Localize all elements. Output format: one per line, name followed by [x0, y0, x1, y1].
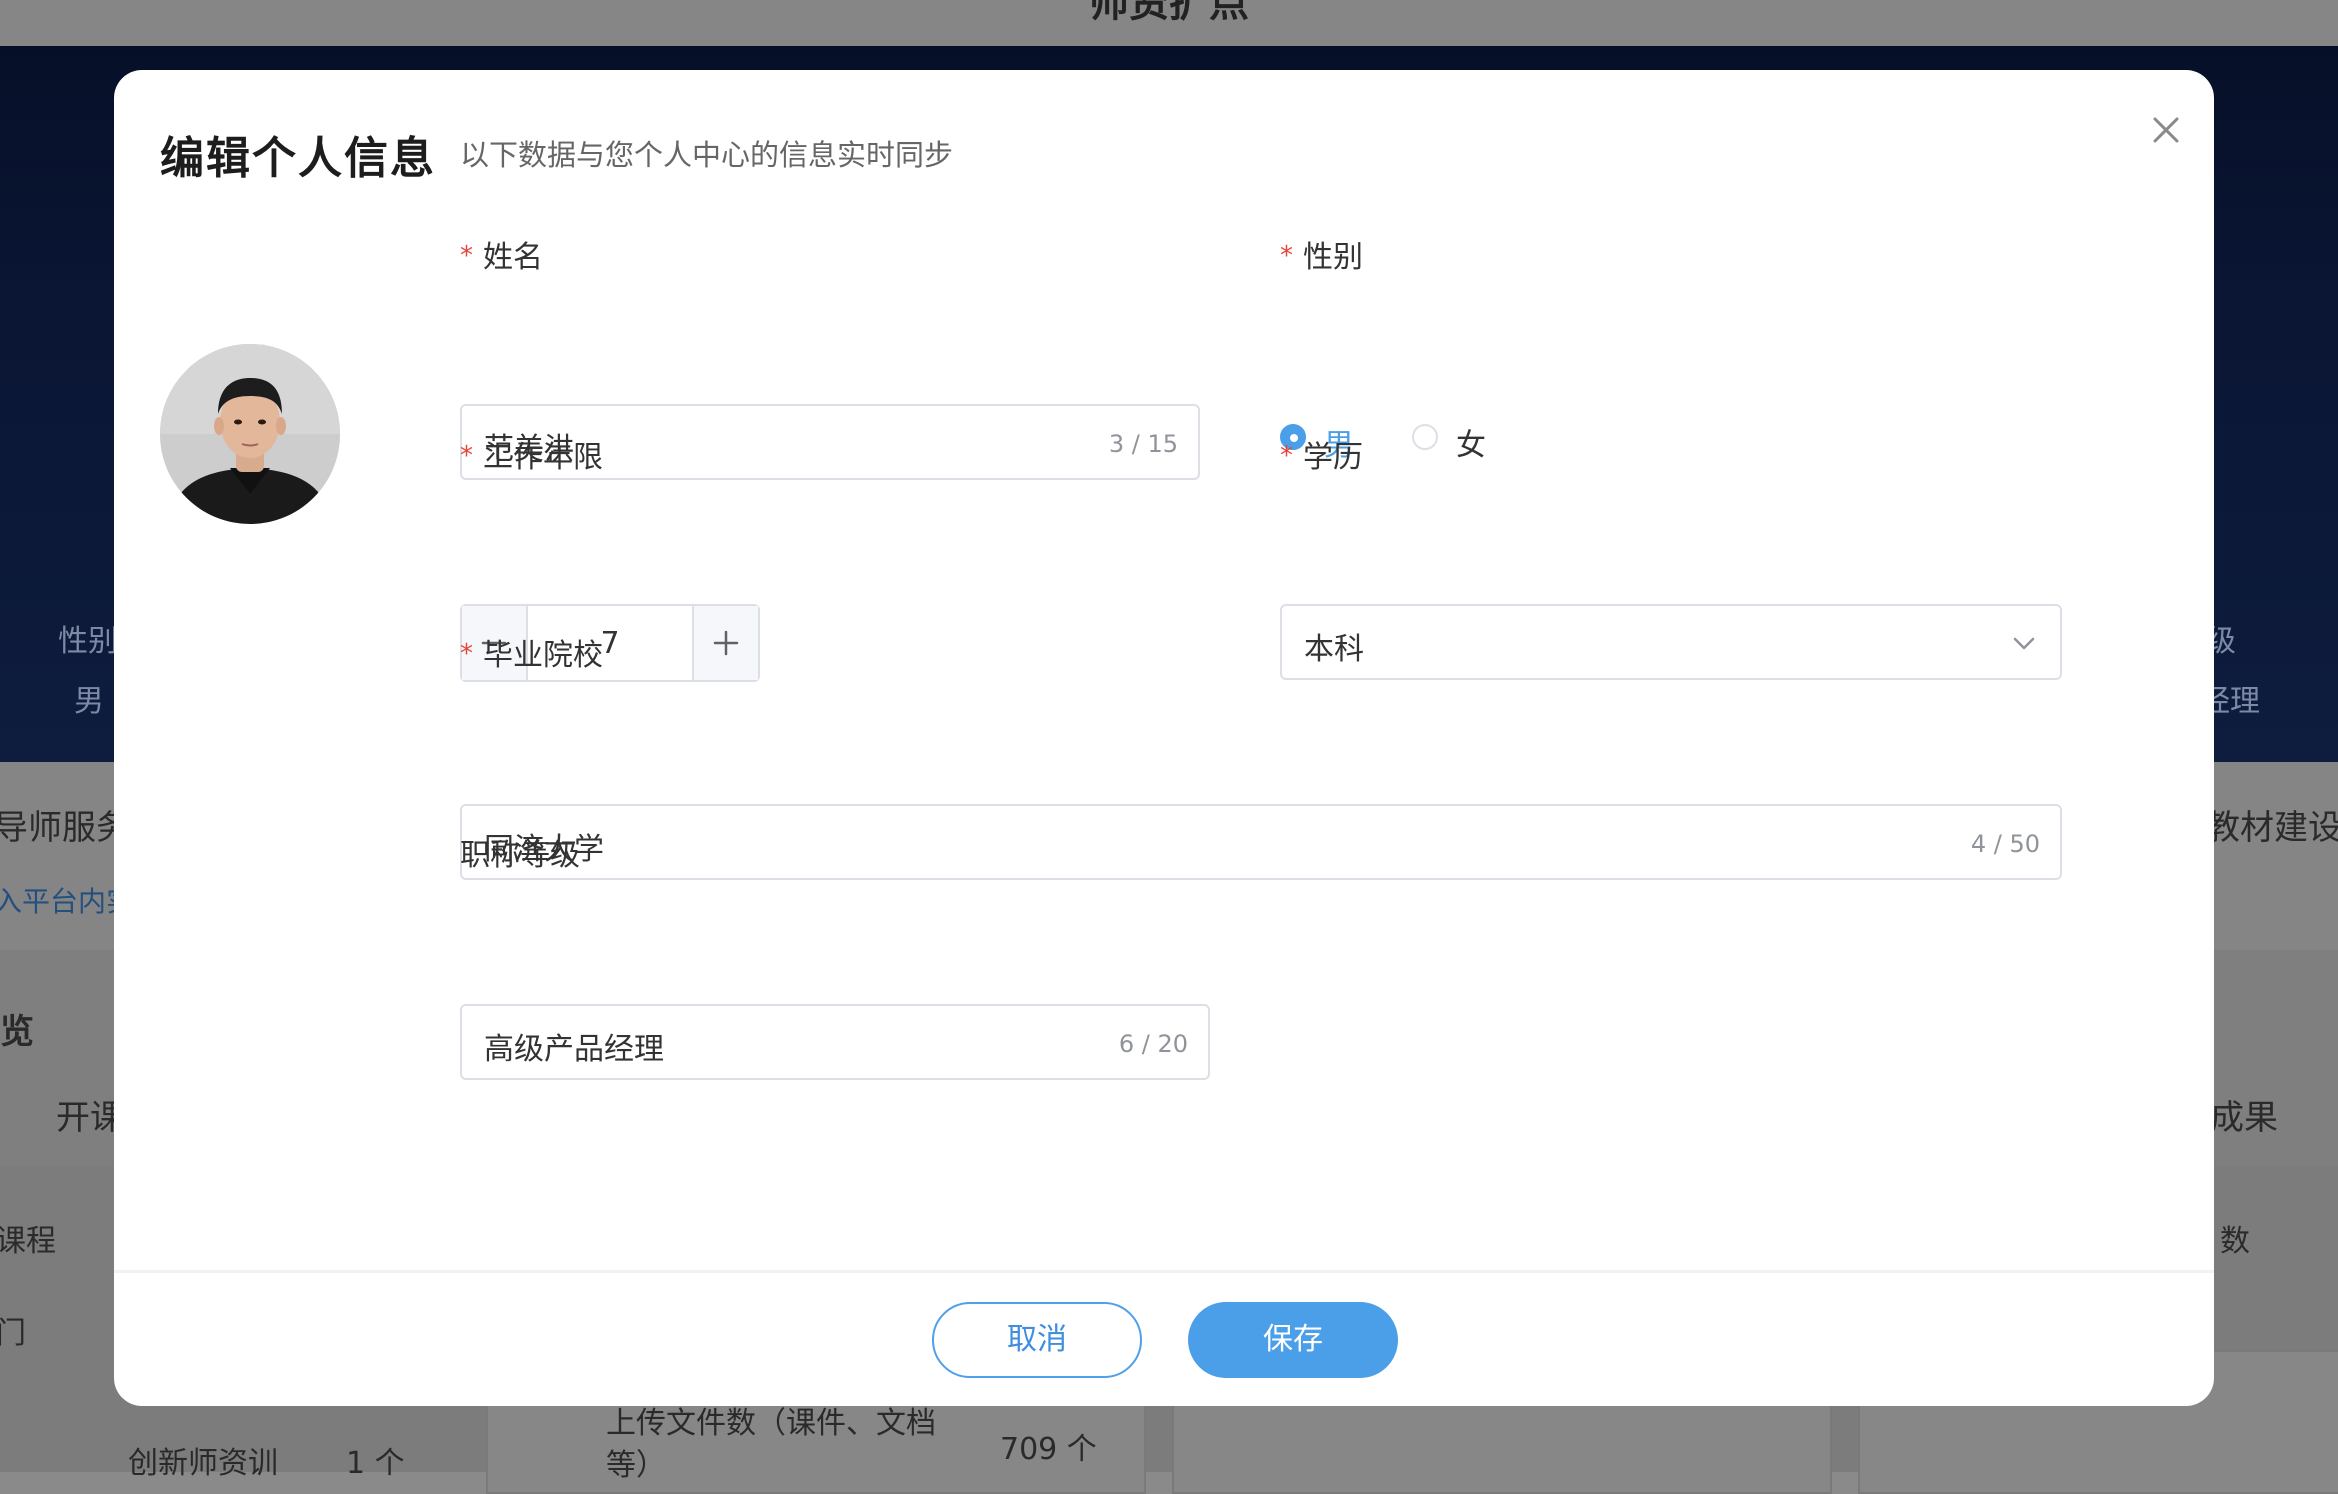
background-header-title: 师资扩点	[1089, 0, 1249, 26]
background-overview-title: 览	[0, 1012, 34, 1052]
required-mark: *	[460, 241, 473, 271]
cancel-button[interactable]: 取消	[932, 1302, 1142, 1378]
education-value: 本科	[1304, 632, 1364, 667]
background-stat-value: 男	[74, 684, 104, 719]
dialog-subtitle: 以下数据与您个人中心的信息实时同步	[460, 138, 954, 172]
background-row-door: 门	[0, 1316, 26, 1351]
education-select[interactable]: 本科	[1280, 604, 2062, 680]
education-label: * 学历	[1280, 440, 1363, 475]
school-label: * 毕业院校	[460, 638, 603, 673]
gender-label: * 性别	[1280, 240, 1363, 275]
title-level-value: 高级产品经理	[484, 1032, 664, 1067]
required-mark: *	[460, 639, 473, 669]
title-level-field[interactable]: 高级产品经理 6 / 20	[460, 1004, 1210, 1080]
name-counter: 3 / 15	[1108, 430, 1178, 458]
dialog-title: 编辑个人信息	[160, 133, 436, 184]
background-card-mid-value: 709 个	[1000, 1432, 1097, 1467]
name-label: * 姓名	[460, 240, 543, 275]
footer-divider	[114, 1270, 2214, 1273]
background-section-title-right: 教材建设	[2206, 808, 2338, 848]
background-card-left-label: 创新师资训	[128, 1446, 278, 1481]
background-header: 师资扩点	[0, 0, 2338, 46]
school-counter: 4 / 50	[1970, 830, 2040, 858]
gender-radio-female[interactable]: 女	[1412, 420, 1532, 463]
required-mark: *	[460, 441, 473, 471]
title-level-counter: 6 / 20	[1118, 1030, 1188, 1058]
background-row-right: 数	[2220, 1224, 2250, 1259]
avatar-photo	[160, 344, 340, 524]
increment-button[interactable]	[692, 606, 758, 680]
avatar[interactable]	[160, 344, 340, 524]
plus-icon	[713, 630, 739, 656]
required-mark: *	[1280, 241, 1293, 271]
years-label: * 工作年限	[460, 440, 603, 475]
save-button[interactable]: 保存	[1188, 1302, 1398, 1378]
title-level-label: 职称等级	[460, 838, 580, 873]
background-section-title-left: 导师服务	[0, 808, 130, 848]
background-stat-label: 性别	[58, 624, 118, 659]
chevron-down-icon	[2013, 637, 2035, 650]
required-mark: *	[1280, 441, 1293, 471]
edit-profile-dialog: 编辑个人信息 以下数据与您个人中心的信息实时同步 * 姓名 范美洪 3 / 15…	[114, 70, 2214, 1406]
background-row-course: 课程	[0, 1224, 56, 1259]
radio-unchecked-icon	[1412, 424, 1438, 450]
background-card-mid-label-2: 等）	[606, 1448, 666, 1483]
close-icon[interactable]	[2136, 100, 2196, 160]
background-tab-right[interactable]: 成果	[2210, 1090, 2278, 1139]
background-card-left-value: 1 个	[346, 1446, 405, 1481]
school-field[interactable]: 同济大学 4 / 50	[460, 804, 2062, 880]
gender-female-label: 女	[1456, 428, 1486, 463]
